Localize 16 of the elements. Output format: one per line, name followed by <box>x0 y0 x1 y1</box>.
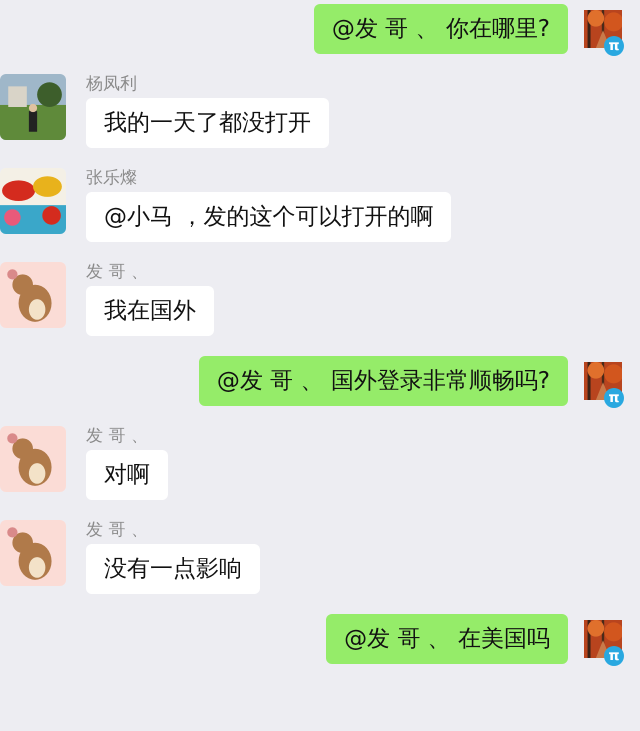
message-bubble: @发 哥 、 你在哪里? <box>314 4 568 54</box>
pi-badge-icon: π <box>604 36 624 56</box>
message-bubble: 没有一点影响 <box>86 544 260 594</box>
message-bubble: @发 哥 、 国外登录非常顺畅吗? <box>198 356 568 406</box>
sender-name: 发 哥 、 <box>86 520 149 540</box>
message-bubble: 我在国外 <box>86 286 214 336</box>
message-bubble: 对啊 <box>86 450 168 500</box>
message-bubble: @小马 ，发的这个可以打开的啊 <box>86 192 452 242</box>
sender-name: 发 哥 、 <box>86 262 149 282</box>
pi-badge-icon: π <box>604 388 624 408</box>
message-bubble: @发 哥 、 在美国吗 <box>326 614 568 664</box>
pi-badge-icon: π <box>604 646 624 666</box>
sender-name: 张乐燦 <box>86 168 138 188</box>
sender-name: 杨凤利 <box>86 74 138 94</box>
message-bubble: 我的一天了都没打开 <box>86 98 329 148</box>
sender-name: 发 哥 、 <box>86 426 149 446</box>
